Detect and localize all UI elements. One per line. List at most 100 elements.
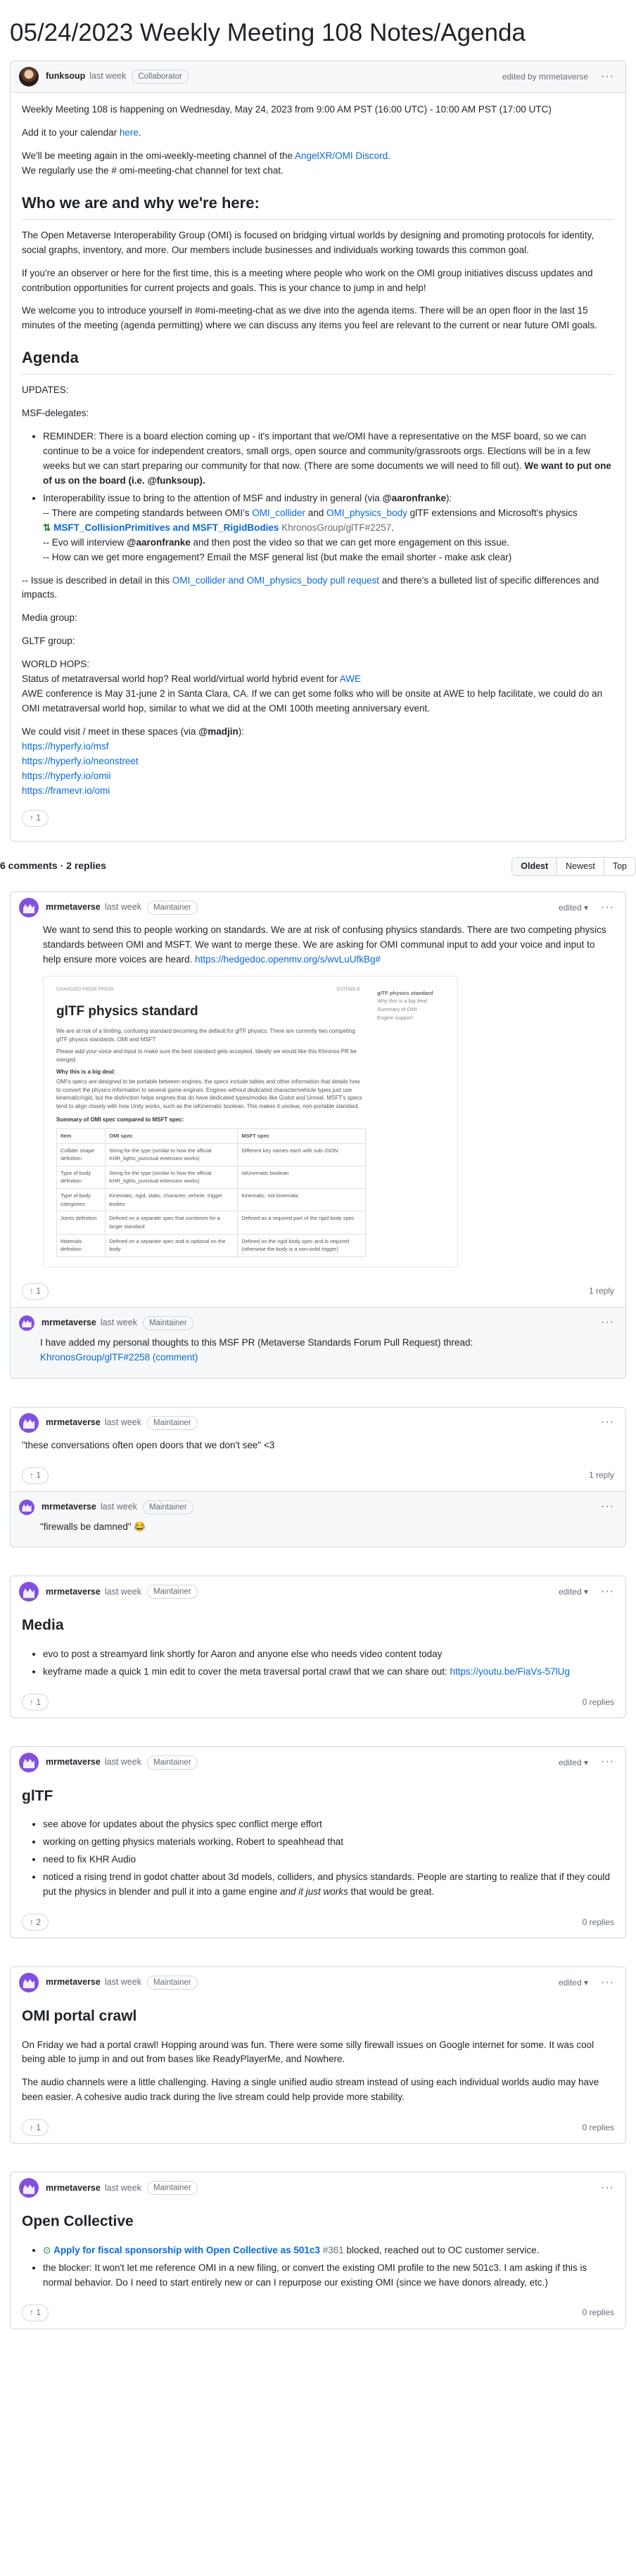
list-item: see above for updates about the physics … bbox=[43, 1817, 614, 1832]
reply-count[interactable]: 1 reply bbox=[589, 1284, 614, 1298]
space-link[interactable]: https://hyperfy.io/neonstreet bbox=[22, 756, 139, 766]
youtube-link[interactable]: https://youtu.be/FiaVs-57lUg bbox=[450, 1666, 570, 1677]
avatar[interactable] bbox=[19, 1412, 39, 1433]
role-badge: Maintainer bbox=[146, 1585, 198, 1599]
list-item: ⊙ Apply for fiscal sponsorship with Open… bbox=[43, 2243, 614, 2258]
author-name[interactable]: mrmetaverse bbox=[46, 901, 101, 914]
more-options-icon[interactable]: ··· bbox=[598, 68, 617, 86]
avatar[interactable] bbox=[19, 2178, 39, 2198]
upvote-button[interactable]: ↑ 1 bbox=[22, 1467, 49, 1484]
upvote-button[interactable]: ↑ 1 bbox=[22, 1693, 49, 1711]
comment-footer: ↑ 1 0 replies bbox=[11, 2119, 625, 2143]
edited-indicator[interactable]: edited ▾ bbox=[559, 901, 588, 915]
role-badge: Collaborator bbox=[132, 70, 189, 84]
avatar[interactable] bbox=[19, 1499, 34, 1515]
page-title: 05/24/2023 Weekly Meeting 108 Notes/Agen… bbox=[10, 19, 526, 46]
comment: mrmetaverse last week Maintainer edited … bbox=[10, 1576, 626, 1718]
gltf-comment-link[interactable]: KhronosGroup/glTF#2258 (comment) bbox=[40, 1352, 198, 1363]
upvote-button[interactable]: ↑ 1 bbox=[22, 2304, 49, 2321]
hedgedoc-link[interactable]: https://hedgedoc.openmv.org/s/wvLuUfkBg# bbox=[195, 954, 381, 965]
avatar[interactable] bbox=[19, 1752, 39, 1772]
calendar-link[interactable]: here bbox=[120, 127, 139, 138]
upvote-button[interactable]: ↑ 1 bbox=[22, 809, 49, 827]
sort-top-button[interactable]: Top bbox=[603, 857, 635, 875]
author-name[interactable]: mrmetaverse bbox=[46, 1585, 101, 1599]
author-name[interactable]: funksoup bbox=[46, 70, 85, 83]
role-badge: Maintainer bbox=[146, 2181, 198, 2196]
more-options-icon[interactable]: ··· bbox=[598, 1583, 617, 1601]
reply-count: 0 replies bbox=[582, 1696, 614, 1707]
avatar[interactable] bbox=[19, 1973, 39, 1992]
open-issue-icon: ⊙ bbox=[43, 2244, 51, 2255]
author-name[interactable]: mrmetaverse bbox=[46, 1416, 101, 1429]
role-badge: Maintainer bbox=[146, 1976, 198, 1990]
list-item: REMINDER: There is a board election comi… bbox=[43, 430, 614, 489]
discord-link[interactable]: AngelXR/OMI Discord bbox=[295, 150, 388, 161]
timestamp[interactable]: last week bbox=[105, 1756, 141, 1769]
timestamp[interactable]: last week bbox=[105, 2182, 141, 2195]
comment-header: mrmetaverse last week Maintainer edited … bbox=[11, 891, 625, 923]
comment-heading: Open Collective bbox=[22, 2213, 134, 2230]
more-options-icon[interactable]: ··· bbox=[598, 2179, 617, 2197]
author-name[interactable]: mrmetaverse bbox=[42, 1500, 96, 1514]
author-name[interactable]: mrmetaverse bbox=[46, 2182, 101, 2195]
edited-indicator[interactable]: edited ▾ bbox=[559, 1585, 588, 1599]
edited-indicator[interactable]: edited by mrmetaverse bbox=[502, 70, 588, 84]
upvote-button[interactable]: ↑ 2 bbox=[22, 1914, 49, 1931]
reply-count[interactable]: 1 reply bbox=[589, 1469, 614, 1482]
comment-heading: OMI portal crawl bbox=[22, 2008, 137, 2024]
upvote-button[interactable]: ↑ 1 bbox=[22, 2119, 49, 2137]
author-name[interactable]: mrmetaverse bbox=[46, 1976, 101, 1989]
comment: mrmetaverse last week Maintainer edited … bbox=[10, 891, 626, 1379]
msft-pr-link[interactable]: MSFT_CollisionPrimitives and MSFT_RigidB… bbox=[53, 522, 279, 533]
embedded-screenshot: CHANGED FROM PRIOR EDITABLE glTF physics … bbox=[43, 975, 458, 1268]
pull-request-link[interactable]: OMI_collider and OMI_physics_body pull r… bbox=[172, 575, 379, 586]
more-options-icon[interactable]: ··· bbox=[598, 899, 617, 917]
avatar[interactable] bbox=[19, 897, 39, 917]
role-badge: Maintainer bbox=[146, 1755, 198, 1770]
meeting-time-text: Weekly Meeting 108 is happening on Wedne… bbox=[22, 104, 552, 115]
timestamp[interactable]: last week bbox=[105, 1976, 141, 1989]
comment: mrmetaverse last week Maintainer edited … bbox=[10, 1746, 626, 1938]
sort-oldest-button[interactable]: Oldest bbox=[512, 857, 557, 875]
timestamp[interactable]: last week bbox=[89, 70, 126, 83]
role-badge: Maintainer bbox=[146, 1415, 198, 1430]
more-options-icon[interactable]: ··· bbox=[598, 1498, 617, 1516]
avatar[interactable] bbox=[19, 67, 39, 86]
who-paragraph-2: If you're an observer or here for the fi… bbox=[22, 267, 593, 293]
omi-physics-body-link[interactable]: OMI_physics_body bbox=[326, 508, 407, 518]
more-options-icon[interactable]: ··· bbox=[598, 1314, 617, 1332]
timestamp[interactable]: last week bbox=[105, 1416, 141, 1429]
author-name[interactable]: mrmetaverse bbox=[42, 1316, 96, 1329]
comment-paragraph: The audio channels were a little challen… bbox=[22, 2077, 599, 2103]
sort-newest-button[interactable]: Newest bbox=[556, 857, 604, 875]
edited-indicator[interactable]: edited ▾ bbox=[559, 1976, 588, 1990]
avatar[interactable] bbox=[19, 1315, 34, 1331]
timestamp[interactable]: last week bbox=[101, 1316, 137, 1329]
omi-collider-link[interactable]: OMI_collider bbox=[252, 508, 305, 518]
comment-body: Open Collective ⊙ Apply for fiscal spons… bbox=[11, 2203, 625, 2304]
more-options-icon[interactable]: ··· bbox=[598, 1414, 617, 1431]
discord-text: We'll be meeting again in the omi-weekly… bbox=[22, 150, 390, 176]
timestamp[interactable]: last week bbox=[101, 1500, 137, 1514]
upvote-button[interactable]: ↑ 1 bbox=[22, 1282, 49, 1300]
more-options-icon[interactable]: ··· bbox=[598, 1974, 617, 1992]
comment-heading: glTF bbox=[22, 1787, 53, 1804]
author-name[interactable]: mrmetaverse bbox=[46, 1756, 101, 1769]
avatar[interactable] bbox=[19, 1582, 39, 1602]
reply-header: mrmetaverse last week Maintainer ··· bbox=[19, 1315, 617, 1332]
reply-header: mrmetaverse last week Maintainer ··· bbox=[19, 1499, 617, 1516]
reply-text: "firewalls be damned" 😂 bbox=[40, 1521, 146, 1532]
timestamp[interactable]: last week bbox=[105, 1585, 141, 1599]
edited-indicator[interactable]: edited ▾ bbox=[559, 1756, 588, 1770]
space-link[interactable]: https://framevr.io/omi bbox=[22, 785, 110, 796]
issue-link[interactable]: Apply for fiscal sponsorship with Open C… bbox=[53, 2245, 320, 2255]
awe-link[interactable]: AWE bbox=[340, 674, 361, 684]
space-link[interactable]: https://hyperfy.io/msf bbox=[22, 741, 109, 752]
timestamp[interactable]: last week bbox=[105, 901, 141, 914]
updates-label: UPDATES: bbox=[22, 385, 69, 396]
role-badge: Maintainer bbox=[146, 900, 198, 915]
comment-body: "these conversations often open doors th… bbox=[11, 1438, 625, 1467]
space-link[interactable]: https://hyperfy.io/omii bbox=[22, 771, 111, 781]
more-options-icon[interactable]: ··· bbox=[598, 1753, 617, 1771]
